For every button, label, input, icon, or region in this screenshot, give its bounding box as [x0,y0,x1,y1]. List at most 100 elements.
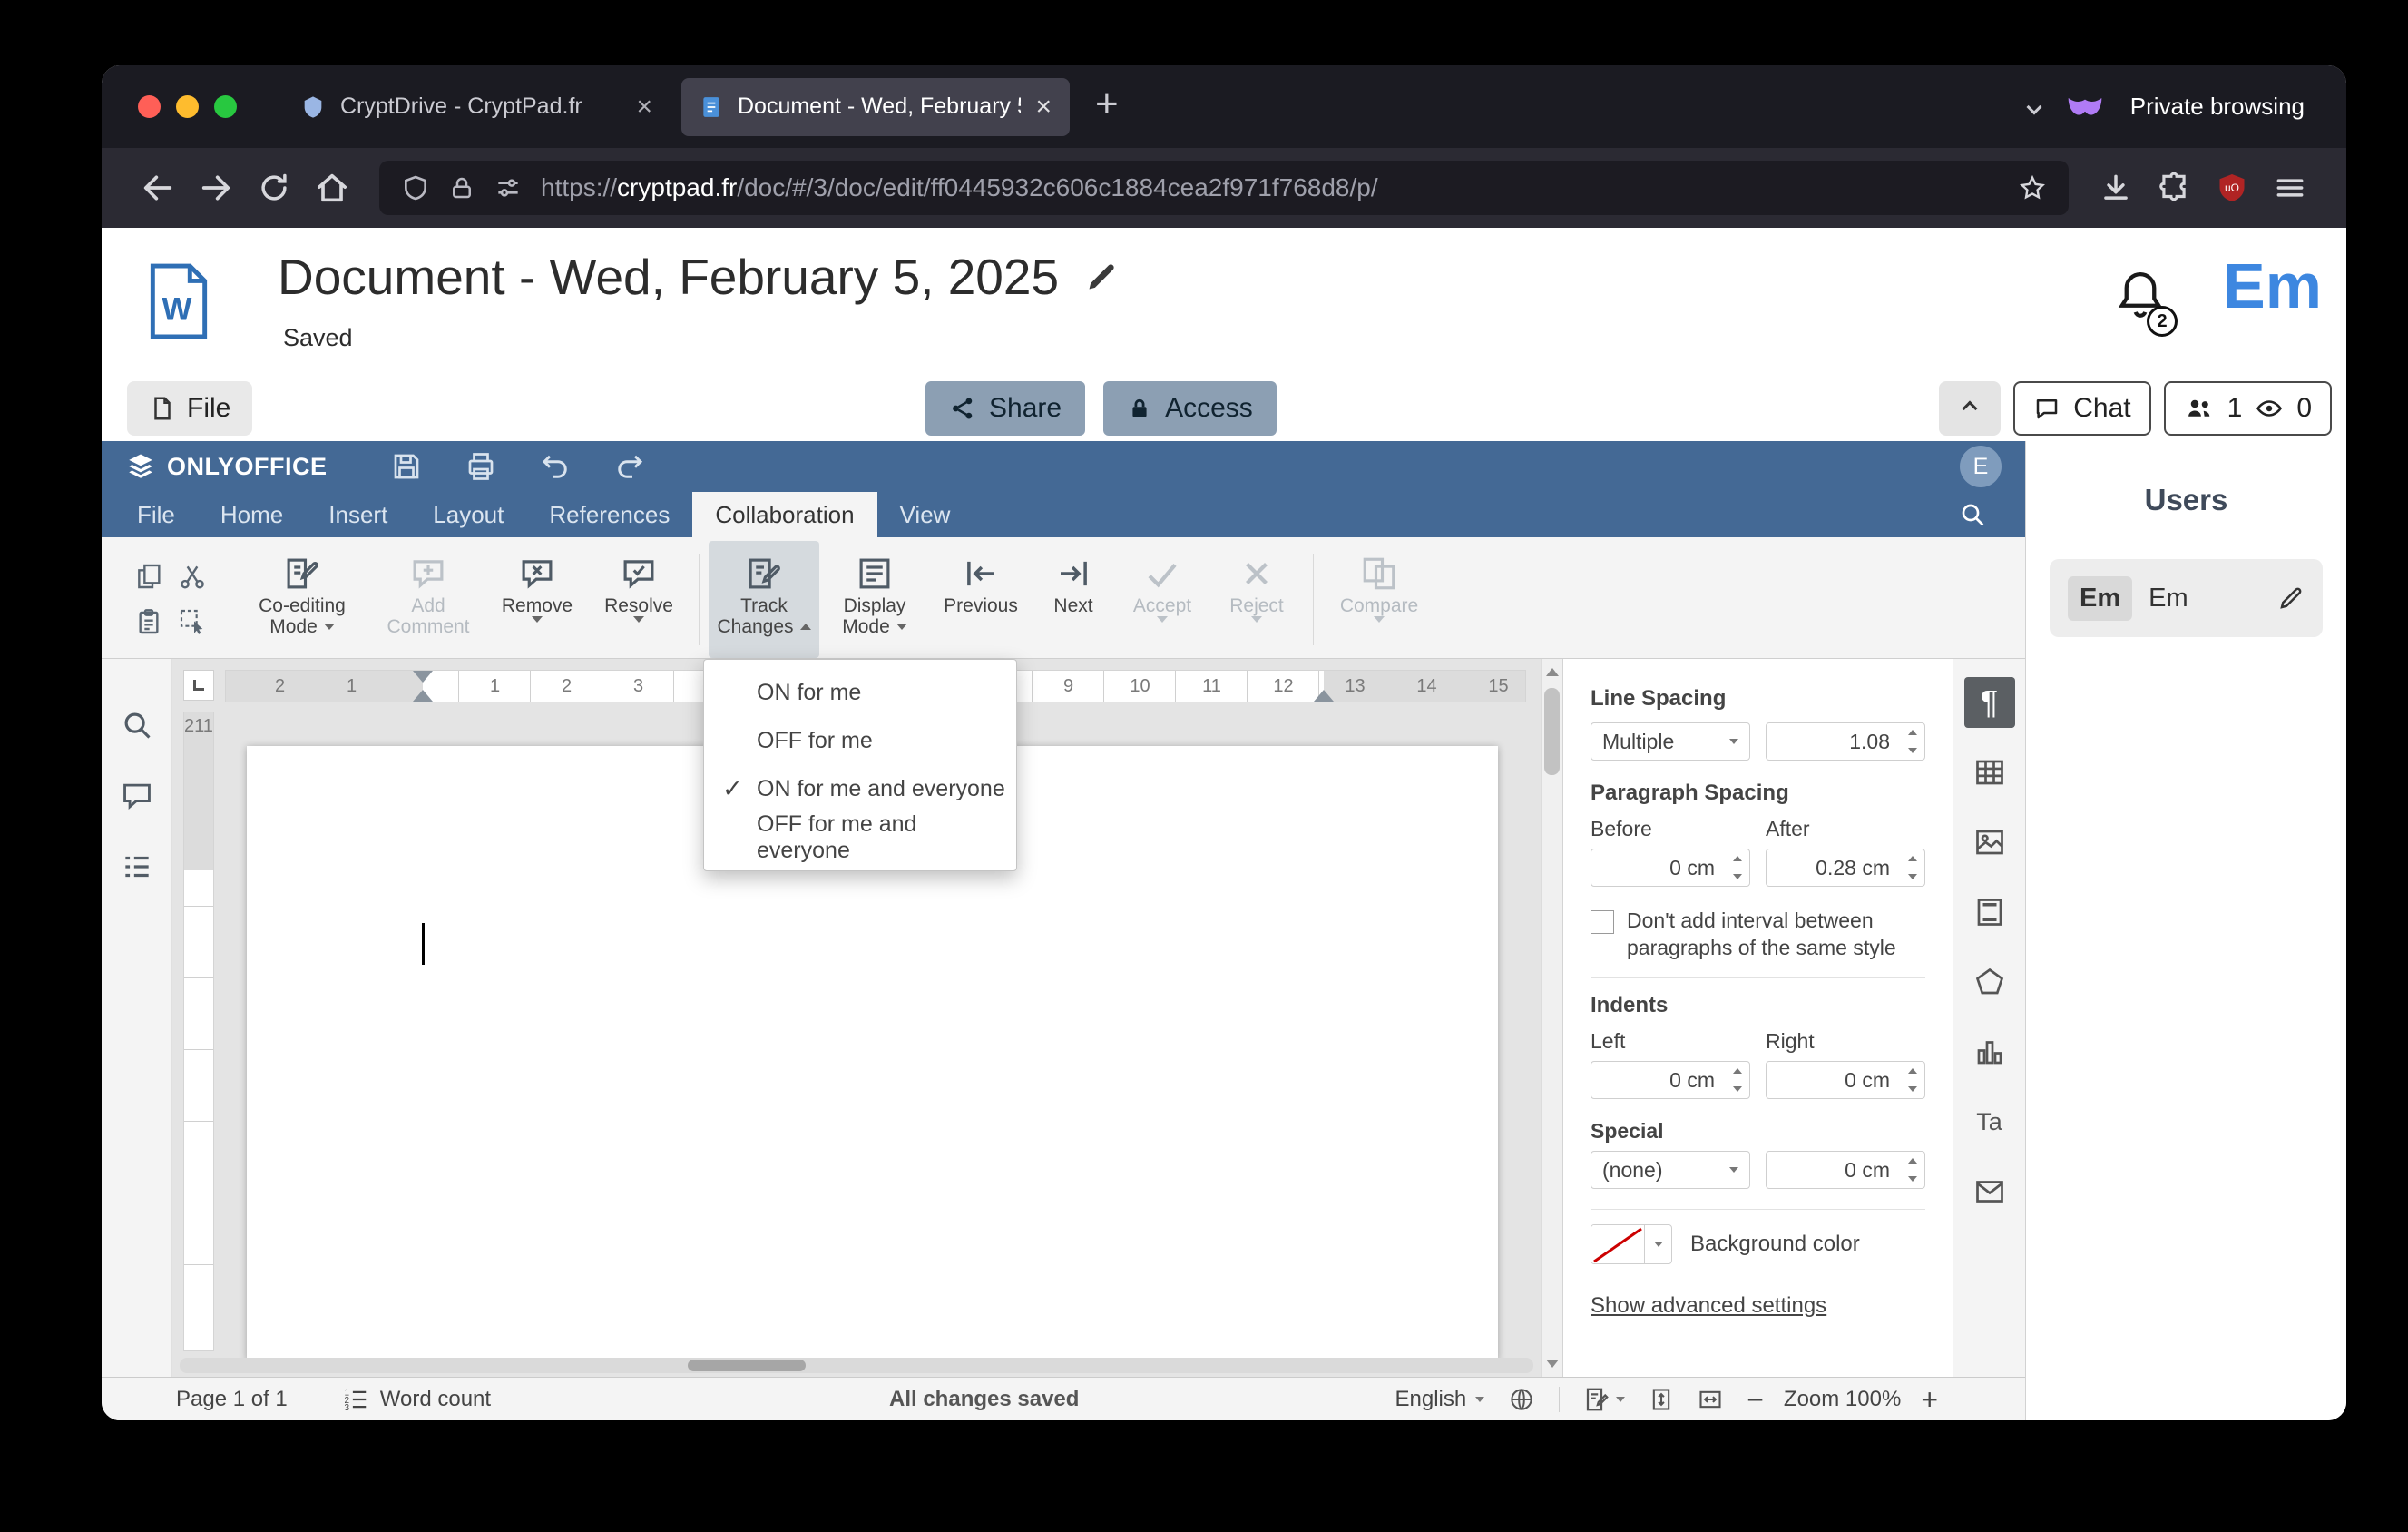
compare-button[interactable]: Compare [1323,541,1435,658]
right-indent-marker[interactable] [1314,690,1334,702]
search-icon[interactable] [1933,492,2012,537]
vertical-scrollbar-thumb[interactable] [1544,688,1560,775]
edit-name-pencil-icon[interactable] [2277,584,2305,612]
home-button[interactable] [307,162,357,213]
tab-insert[interactable]: Insert [306,492,410,537]
tab-references[interactable]: References [526,492,692,537]
indent-left-spinner[interactable]: 0 cm [1591,1061,1750,1099]
tab-layout[interactable]: Layout [410,492,526,537]
ublock-origin-icon[interactable]: uO [2207,162,2257,213]
set-language-globe-icon[interactable] [1508,1386,1535,1413]
textart-settings-tab[interactable]: Ta [1964,1096,2015,1147]
account-avatar[interactable]: Em [2223,250,2322,322]
mail-merge-settings-tab[interactable] [1964,1166,2015,1217]
navigation-headings-icon[interactable] [120,849,154,884]
menu-item-off-for-me-and-everyone[interactable]: OFF for me and everyone [704,811,1016,863]
resolve-comment-button[interactable]: Resolve [588,541,690,658]
print-button[interactable] [458,447,504,486]
copy-icon[interactable] [127,554,171,599]
fit-to-width-button[interactable] [1698,1387,1723,1412]
line-spacing-value-spinner[interactable]: 1.08 [1766,722,1925,761]
find-icon[interactable] [120,708,154,742]
paste-icon[interactable] [127,599,171,644]
word-count-button[interactable]: 123 Word count [342,1386,491,1413]
document-language-button[interactable]: English [1395,1387,1485,1412]
close-window-button[interactable] [138,95,161,118]
spin-up-icon[interactable] [1733,1068,1742,1074]
next-change-button[interactable]: Next [1032,541,1115,658]
spin-down-icon[interactable] [1908,1176,1917,1182]
document-title[interactable]: Document - Wed, February 5, 2025 [278,248,1059,306]
zoom-out-button[interactable]: − [1747,1385,1764,1414]
table-settings-tab[interactable] [1964,747,2015,798]
spin-down-icon[interactable] [1908,748,1917,753]
scroll-down-arrow-icon[interactable] [1545,1360,1559,1368]
comments-icon[interactable] [120,779,154,813]
paragraph-settings-tab[interactable]: ¶ [1963,677,2015,728]
spin-down-icon[interactable] [1733,1086,1742,1092]
reject-change-button[interactable]: Reject [1209,541,1304,658]
shape-settings-tab[interactable] [1964,957,2015,1007]
access-button[interactable]: Access [1103,381,1277,436]
page-number-status[interactable]: Page 1 of 1 [176,1387,288,1412]
new-tab-button[interactable]: + [1070,83,1119,130]
url-bar[interactable]: https://cryptpad.fr/doc/#/3/doc/edit/ff0… [379,161,2069,215]
spin-down-icon[interactable] [1908,1086,1917,1092]
track-changes-button[interactable]: Track Changes [709,541,819,658]
save-button[interactable] [384,447,429,486]
zoom-in-button[interactable]: + [1921,1385,1938,1414]
present-users-button[interactable]: 1 0 [2163,381,2332,436]
close-tab-icon[interactable]: × [636,93,652,121]
chat-button[interactable]: Chat [2013,381,2151,436]
redo-button[interactable] [607,447,652,486]
advanced-settings-link[interactable]: Show advanced settings [1591,1293,1826,1319]
connection-lock-icon[interactable] [448,174,475,201]
interval-checkbox[interactable] [1591,910,1614,934]
extensions-puzzle-icon[interactable] [2149,162,2199,213]
minimize-window-button[interactable] [176,95,199,118]
add-comment-button[interactable]: Add Comment [370,541,486,658]
spin-up-icon[interactable] [1908,856,1917,861]
ruler-corner-tab-selector[interactable] [183,670,214,701]
image-settings-tab[interactable] [1964,817,2015,868]
spin-up-icon[interactable] [1908,1068,1917,1074]
vertical-scrollbar[interactable] [1541,659,1562,1377]
url-text[interactable]: https://cryptpad.fr/doc/#/3/doc/edit/ff0… [541,173,2000,202]
background-color-picker[interactable] [1591,1224,1672,1264]
special-indent-select[interactable]: (none) [1591,1151,1750,1189]
tab-document[interactable]: Document - Wed, February 5, 2 × [681,77,1070,136]
header-footer-settings-tab[interactable] [1964,887,2015,938]
bookmark-star-icon[interactable] [2018,173,2047,202]
horizontal-scrollbar-thumb[interactable] [688,1360,806,1371]
accept-change-button[interactable]: Accept [1115,541,1209,658]
site-permissions-icon[interactable] [494,173,523,202]
tracking-protection-shield-icon[interactable] [401,173,430,202]
menu-item-off-for-me[interactable]: OFF for me [704,717,1016,765]
maximize-window-button[interactable] [214,95,237,118]
display-mode-button[interactable]: Display Mode [819,541,930,658]
indent-right-spinner[interactable]: 0 cm [1766,1061,1925,1099]
spin-down-icon[interactable] [1908,874,1917,879]
background-color-swatch[interactable] [1591,1225,1644,1263]
menu-hamburger-icon[interactable] [2265,162,2315,213]
first-line-indent-marker[interactable] [413,671,433,683]
select-all-icon[interactable] [171,599,214,644]
tab-collaboration[interactable]: Collaboration [692,492,877,537]
line-spacing-select[interactable]: Multiple [1591,722,1750,761]
back-button[interactable] [132,162,183,213]
coediting-mode-button[interactable]: Co-editing Mode [234,541,370,658]
chart-settings-tab[interactable] [1964,1026,2015,1077]
fit-to-page-button[interactable] [1649,1387,1674,1412]
reload-button[interactable] [249,162,299,213]
horizontal-scrollbar[interactable] [180,1358,1533,1373]
menu-item-on-for-me-and-everyone[interactable]: ✓ ON for me and everyone [704,765,1016,813]
spin-up-icon[interactable] [1733,856,1742,861]
menu-item-on-for-me[interactable]: ON for me [704,669,1016,717]
forward-button[interactable] [191,162,241,213]
spin-down-icon[interactable] [1733,874,1742,879]
background-color-dropdown[interactable] [1644,1225,1671,1263]
remove-comment-button[interactable]: Remove [486,541,588,658]
spacing-after-spinner[interactable]: 0.28 cm [1766,849,1925,887]
scroll-up-arrow-icon[interactable] [1545,668,1559,676]
special-indent-spinner[interactable]: 0 cm [1766,1151,1925,1189]
